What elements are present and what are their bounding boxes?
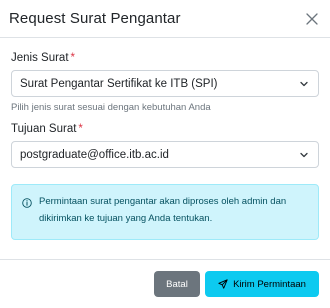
info-alert-text: Permintaan surat pengantar akan diproses… (39, 196, 287, 224)
close-button[interactable] (304, 11, 320, 27)
tujuan-surat-value: postgraduate@office.itb.ac.id (20, 148, 169, 161)
jenis-surat-select[interactable]: Surat Pengantar Sertifikat ke ITB (SPI) (11, 70, 319, 97)
tujuan-surat-label-text: Tujuan Surat (11, 123, 77, 135)
modal-header: Request Surat Pengantar (0, 0, 330, 38)
chevron-down-icon (299, 150, 309, 160)
submit-button-label: Kirim Permintaan (233, 278, 306, 290)
request-surat-modal: Request Surat Pengantar Jenis Surat * Sur… (0, 0, 330, 308)
send-icon (218, 279, 228, 289)
modal-title: Request Surat Pengantar (9, 10, 181, 27)
chevron-down-icon (299, 79, 309, 89)
close-icon (306, 12, 318, 25)
submit-button[interactable]: Kirim Permintaan (205, 271, 319, 297)
cancel-button[interactable]: Batal (154, 271, 200, 297)
jenis-surat-value: Surat Pengantar Sertifikat ke ITB (SPI) (20, 77, 218, 90)
tujuan-surat-label: Tujuan Surat * (11, 123, 319, 135)
info-alert: Permintaan surat pengantar akan diproses… (11, 184, 319, 240)
required-mark: * (70, 52, 76, 64)
jenis-surat-label: Jenis Surat * (11, 52, 319, 64)
modal-footer: Batal Kirim Permintaan (0, 259, 330, 308)
jenis-surat-help: Pilih jenis surat sesuai dengan kebutuha… (11, 102, 211, 113)
modal-body: Jenis Surat * Surat Pengantar Sertifikat … (0, 38, 330, 240)
required-mark: * (78, 123, 83, 135)
jenis-surat-label-text: Jenis Surat (11, 52, 69, 64)
tujuan-surat-select[interactable]: postgraduate@office.itb.ac.id (11, 141, 319, 168)
info-circle-icon (22, 198, 32, 208)
